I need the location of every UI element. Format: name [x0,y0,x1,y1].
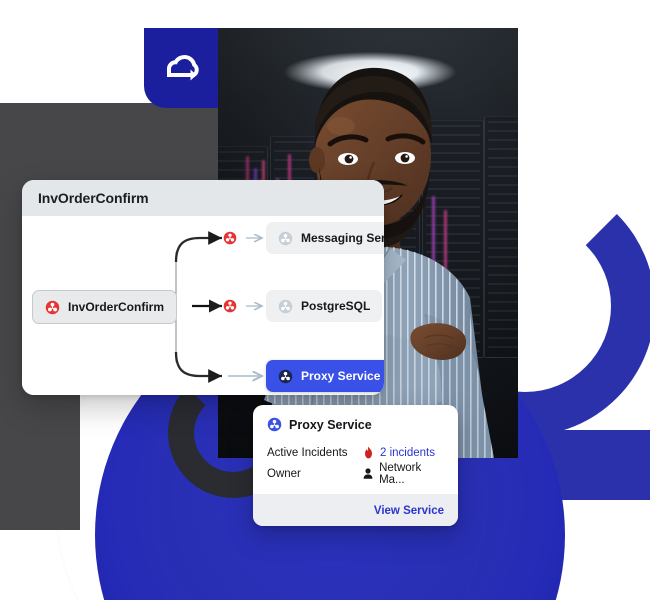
graph-node-proxy-service[interactable]: Proxy Service [266,360,384,392]
brand-logo-badge [144,28,218,108]
service-detail-header: Proxy Service [253,405,458,440]
detail-value: Network Ma... [363,462,444,486]
topology-card: InvOrderConfirm InvOrderConfirm Messagin… [22,180,384,395]
topology-graph: InvOrderConfirm Messaging Ser PostgreSQL… [22,216,384,395]
graph-node-label: Messaging Service [301,231,384,245]
service-node-icon [45,300,60,314]
error-marker-postgresql[interactable] [223,299,237,313]
person-icon [363,468,373,479]
service-detail-rows: Active Incidents 2 incidents Owner Netwo… [253,440,458,494]
error-marker-messaging[interactable] [223,231,237,245]
graph-node-source[interactable]: InvOrderConfirm [32,290,178,324]
service-detail-title: Proxy Service [289,417,372,432]
detail-value: 2 incidents [363,446,435,459]
service-node-icon [278,369,293,383]
service-node-icon [278,299,293,313]
graph-node-messaging-service[interactable]: Messaging Service [266,222,384,254]
flame-icon [365,446,372,459]
detail-value-text: Network Ma... [379,461,422,486]
detail-label: Owner [267,467,301,480]
graph-node-label: PostgreSQL [301,299,371,313]
detail-label: Active Incidents [267,446,348,459]
graph-node-postgresql[interactable]: PostgreSQL [266,290,383,322]
detail-row-active-incidents: Active Incidents 2 incidents [267,442,444,463]
service-node-icon [267,417,282,432]
graph-node-label: Proxy Service [301,369,381,383]
detail-value-text[interactable]: 2 incidents [380,447,435,459]
view-service-link[interactable]: View Service [374,505,444,517]
topology-card-title: InvOrderConfirm [38,190,149,206]
topology-card-header: InvOrderConfirm [22,180,384,216]
graph-node-source-label: InvOrderConfirm [68,300,165,314]
hero-illustration: InvOrderConfirm InvOrderConfirm Messagin… [0,0,650,600]
cloud-arrow-icon [167,55,199,81]
service-detail-footer: View Service [253,494,458,526]
detail-row-owner: Owner Network Ma... [267,462,444,486]
service-node-icon [278,231,293,245]
service-detail-card: Proxy Service Active Incidents 2 inciden… [253,405,458,526]
